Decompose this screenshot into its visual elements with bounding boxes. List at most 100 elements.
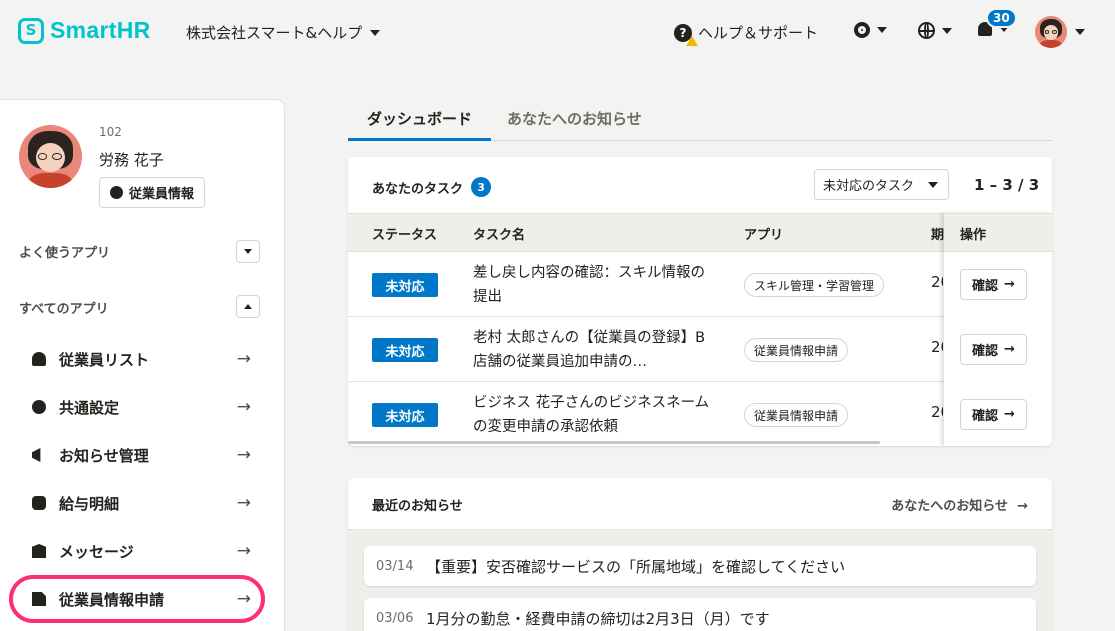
- due-date: 20: [931, 338, 943, 356]
- sidebar-item-label: 従業員リスト: [59, 350, 150, 369]
- tasks-title-label: あなたのタスク: [372, 181, 464, 197]
- horizontal-scrollbar[interactable]: [348, 441, 880, 444]
- news-header: 最近のお知らせ あなたへのお知らせ →: [348, 478, 1052, 530]
- smarthr-logo[interactable]: S SmartHR: [18, 17, 151, 44]
- profile-avatar: [19, 125, 82, 188]
- arrow-right-icon: →: [1017, 499, 1028, 514]
- chevron-down-icon: [942, 27, 952, 34]
- main-tabs: ダッシュボード あなたへのお知らせ: [348, 108, 1052, 141]
- user-menu[interactable]: [1035, 16, 1085, 48]
- news-text: 1月分の勤怠・経費申請の締切は2月3日（月）です: [426, 609, 770, 628]
- sidebar-item-messages[interactable]: メッセージ →: [19, 531, 263, 571]
- arrow-right-icon: →: [236, 541, 251, 561]
- sidebar-item-payslip[interactable]: 給与明細 →: [19, 483, 263, 523]
- news-more-link[interactable]: あなたへのお知らせ →: [891, 495, 1028, 514]
- column-header-app: アプリ: [744, 228, 784, 243]
- tab-dashboard[interactable]: ダッシュボード: [348, 108, 491, 141]
- task-name[interactable]: ビジネス 花子さんのビジネスネームの変更申請の承認依頼: [473, 391, 718, 439]
- status-badge: 未対応: [372, 338, 438, 362]
- sidebar-item-employee-list[interactable]: 従業員リスト →: [19, 339, 263, 379]
- company-name: 株式会社スマート&ヘルプ: [186, 24, 363, 42]
- news-date: 03/14: [376, 558, 414, 574]
- column-header-status: ステータス: [372, 228, 438, 243]
- help-label: ヘルプ＆サポート: [698, 24, 819, 42]
- arrow-right-icon: →: [236, 349, 251, 369]
- actions-column-header-bg: 操作: [944, 213, 1052, 252]
- envelope-icon: [32, 544, 46, 558]
- news-more-label: あなたへのお知らせ: [891, 499, 1009, 514]
- employee-info-label: 従業員情報: [129, 187, 195, 202]
- confirm-label: 確認: [972, 409, 999, 424]
- actions-column: 操作 確認 → 確認 → 確認 →: [944, 213, 1052, 446]
- recent-news-card: 最近のお知らせ あなたへのお知らせ → 03/14 【重要】安否確認サービスの「…: [348, 478, 1052, 631]
- status-badge: 未対応: [372, 273, 438, 297]
- app-tag: スキル管理・学習管理: [744, 273, 885, 297]
- list-item[interactable]: 03/14 【重要】安否確認サービスの「所属地域」を確認してください: [364, 546, 1036, 586]
- task-filter-select[interactable]: 未対応のタスク: [814, 169, 949, 200]
- caret-down-icon: [244, 249, 252, 254]
- gear-icon: [854, 22, 870, 38]
- language-menu[interactable]: [918, 22, 952, 39]
- help-support-link[interactable]: ? ヘルプ＆サポート: [674, 22, 819, 46]
- news-title: 最近のお知らせ: [372, 499, 463, 514]
- employee-number: 102: [99, 125, 122, 139]
- notification-count-badge: 30: [986, 8, 1017, 28]
- sidebar-item-label: 給与明細: [59, 494, 120, 513]
- chevron-down-icon: [877, 27, 887, 33]
- sidebar-item-label: 共通設定: [59, 398, 120, 417]
- arrow-right-icon: →: [1004, 277, 1015, 292]
- top-bar: S SmartHR 株式会社スマート&ヘルプ ? ヘルプ＆サポート 30: [0, 0, 1115, 64]
- highlight-ring: [9, 575, 265, 623]
- sidebar-item-label: メッセージ: [59, 542, 134, 561]
- arrow-right-icon: →: [1004, 342, 1015, 357]
- favorites-section-label: よく使うアプリ: [19, 246, 111, 261]
- sidebar-item-announcements[interactable]: お知らせ管理 →: [19, 435, 263, 475]
- confirm-button[interactable]: 確認 →: [960, 334, 1027, 365]
- confirm-label: 確認: [972, 344, 999, 359]
- arrow-right-icon: →: [236, 445, 251, 465]
- chevron-down-icon: [928, 182, 938, 188]
- news-date: 03/06: [376, 610, 414, 626]
- list-item[interactable]: 03/06 1月分の勤怠・経費申請の締切は2月3日（月）です: [364, 598, 1036, 631]
- confirm-button[interactable]: 確認 →: [960, 269, 1027, 300]
- chevron-down-icon: [1075, 29, 1085, 35]
- task-count-badge: 3: [471, 177, 492, 197]
- logo-text: SmartHR: [50, 17, 151, 43]
- app-tag: 従業員情報申請: [744, 338, 849, 362]
- due-date: 20: [931, 273, 943, 291]
- due-date: 20: [931, 403, 943, 421]
- task-name[interactable]: 老村 太郎さんの【従業員の登録】B店舗の従業員追加申請の…: [473, 326, 718, 374]
- chevron-down-icon: [370, 29, 381, 36]
- all-apps-toggle[interactable]: [236, 295, 260, 318]
- avatar: [1035, 16, 1067, 48]
- column-header-actions: 操作: [960, 228, 987, 243]
- employee-info-button[interactable]: 従業員情報: [99, 177, 206, 208]
- favorites-toggle[interactable]: [236, 240, 260, 263]
- help-icon: ?: [674, 23, 698, 46]
- sidebar-item-label: お知らせ管理: [59, 446, 149, 465]
- person-circle-icon: [110, 186, 123, 199]
- company-switcher[interactable]: 株式会社スマート&ヘルプ: [186, 22, 381, 43]
- arrow-right-icon: →: [236, 493, 251, 513]
- avatar: [19, 125, 82, 188]
- caret-up-icon: [244, 304, 252, 309]
- app-tag: 従業員情報申請: [744, 403, 849, 427]
- column-header-task-name: タスク名: [473, 228, 526, 243]
- payslip-icon: [32, 496, 46, 510]
- warning-icon: [686, 35, 698, 46]
- gear-icon: [32, 400, 46, 414]
- column-header-due: 期: [931, 228, 945, 243]
- sidebar-item-common-settings[interactable]: 共通設定 →: [19, 387, 263, 427]
- tab-notifications-for-you[interactable]: あなたへのお知らせ: [507, 108, 642, 141]
- tasks-title: あなたのタスク 3: [372, 177, 492, 197]
- tasks-card: あなたのタスク 3 未対応のタスク 1 – 3 / 3 ステータス タスク名 ア…: [348, 157, 1052, 446]
- all-apps-section-label: すべてのアプリ: [19, 302, 109, 317]
- megaphone-icon: [32, 448, 41, 462]
- arrow-right-icon: →: [236, 397, 251, 417]
- confirm-label: 確認: [972, 279, 999, 294]
- news-text: 【重要】安否確認サービスの「所属地域」を確認してください: [426, 557, 846, 576]
- task-name[interactable]: 差し戻し内容の確認：スキル情報の提出: [473, 261, 718, 309]
- confirm-button[interactable]: 確認 →: [960, 399, 1027, 430]
- settings-menu[interactable]: [854, 22, 887, 38]
- globe-icon: [918, 22, 935, 39]
